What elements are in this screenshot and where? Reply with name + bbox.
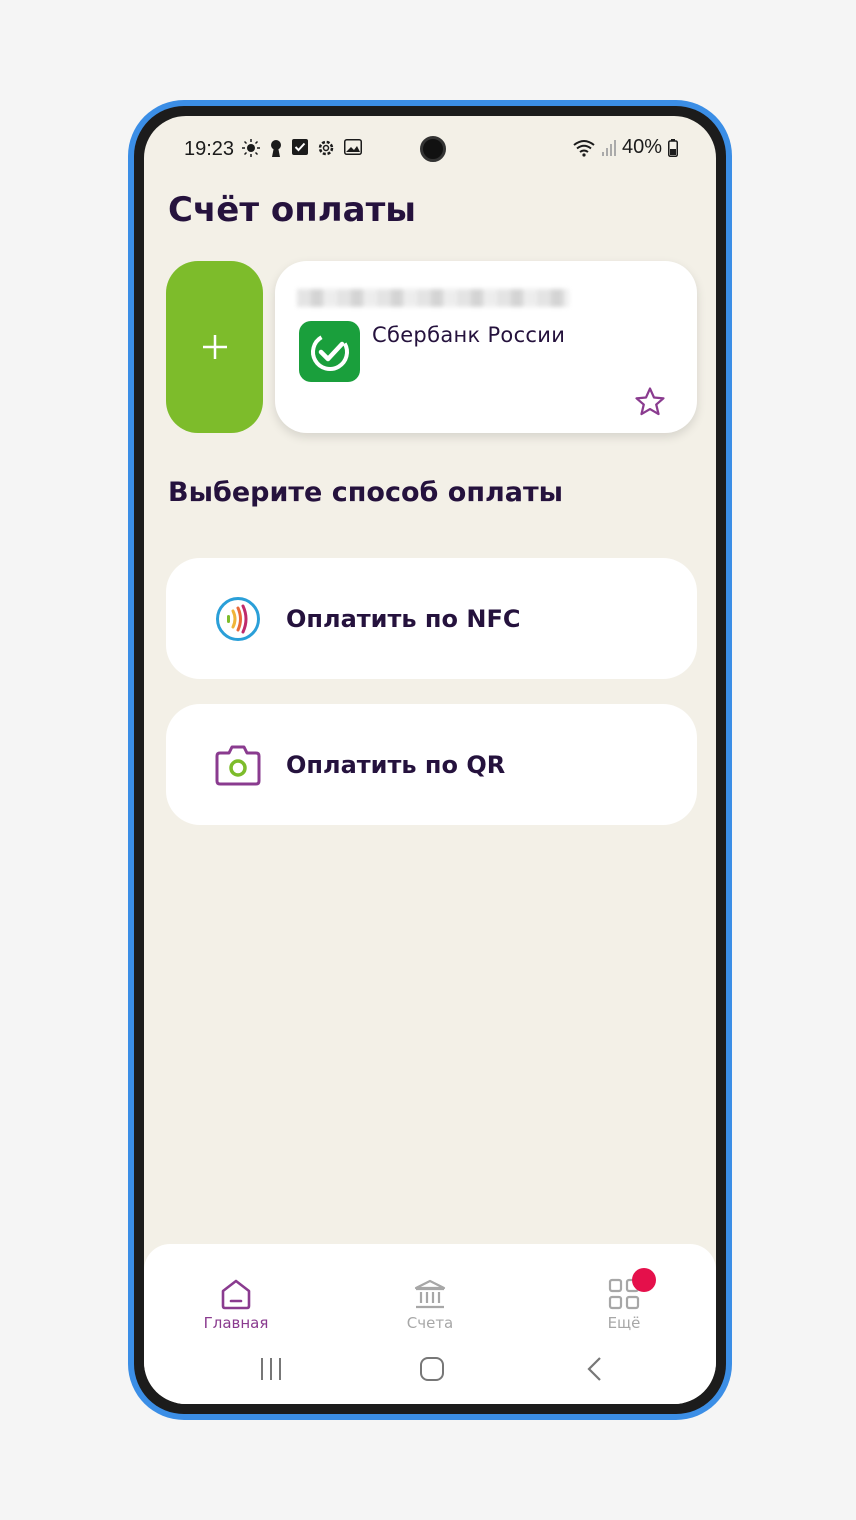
image-icon: [344, 139, 362, 155]
home-system-icon[interactable]: [419, 1356, 445, 1382]
sberbank-logo-icon: [299, 321, 360, 382]
bank-name: Сбербанк России: [372, 323, 566, 347]
signal-icon: [601, 139, 616, 156]
section-title: Выберите способ оплаты: [168, 477, 564, 508]
nav-item-more[interactable]: Ещё: [564, 1268, 684, 1332]
pay-qr-label: Оплатить по QR: [286, 750, 506, 779]
nav-item-accounts[interactable]: Счета: [370, 1274, 490, 1332]
front-camera: [420, 136, 446, 162]
system-navigation-bar: [144, 1350, 716, 1390]
wifi-icon: [573, 139, 595, 157]
home-icon: [176, 1274, 296, 1310]
page-title: Счёт оплаты: [168, 190, 417, 230]
nav-item-home[interactable]: Главная: [176, 1274, 296, 1332]
nav-label-home: Главная: [203, 1314, 269, 1332]
pay-qr-button[interactable]: Оплатить по QR: [166, 704, 697, 825]
camera-icon: [214, 741, 262, 789]
sun-icon: [242, 139, 260, 157]
phone-frame: 19:23 40% Счёт оплаты Сбербанк России Вы…: [128, 100, 732, 1420]
favorite-star-icon[interactable]: [633, 385, 667, 419]
status-time: 19:23: [184, 138, 235, 160]
bank-building-icon: [370, 1274, 490, 1310]
bank-account-card[interactable]: Сбербанк России: [275, 261, 697, 433]
back-icon[interactable]: [584, 1356, 604, 1382]
nav-label-more: Ещё: [607, 1314, 641, 1332]
blurred-account-number: [297, 289, 569, 307]
status-bar: 19:23 40%: [144, 116, 716, 176]
battery-percent: 40%: [621, 136, 662, 158]
status-system-icons: 40%: [572, 136, 678, 159]
grid-icon: [564, 1274, 684, 1310]
phone-bezel: 19:23 40% Счёт оплаты Сбербанк России Вы…: [134, 106, 726, 1414]
pay-nfc-label: Оплатить по NFC: [286, 604, 521, 633]
app-screen: 19:23 40% Счёт оплаты Сбербанк России Вы…: [144, 116, 716, 1404]
notification-badge: [632, 1268, 656, 1292]
add-card-button[interactable]: [166, 261, 263, 433]
battery-icon: [668, 138, 678, 157]
status-notification-icons: [242, 139, 362, 157]
checkbox-icon: [292, 139, 308, 155]
recent-apps-icon[interactable]: [258, 1356, 284, 1382]
plus-icon: [202, 335, 227, 359]
nfc-icon: [214, 595, 262, 643]
gear-icon: [318, 140, 334, 156]
keyhole-icon: [271, 140, 281, 157]
pay-nfc-button[interactable]: Оплатить по NFC: [166, 558, 697, 679]
bottom-navigation: Главная Счета Ещё: [144, 1244, 716, 1404]
nav-label-accounts: Счета: [406, 1314, 454, 1332]
